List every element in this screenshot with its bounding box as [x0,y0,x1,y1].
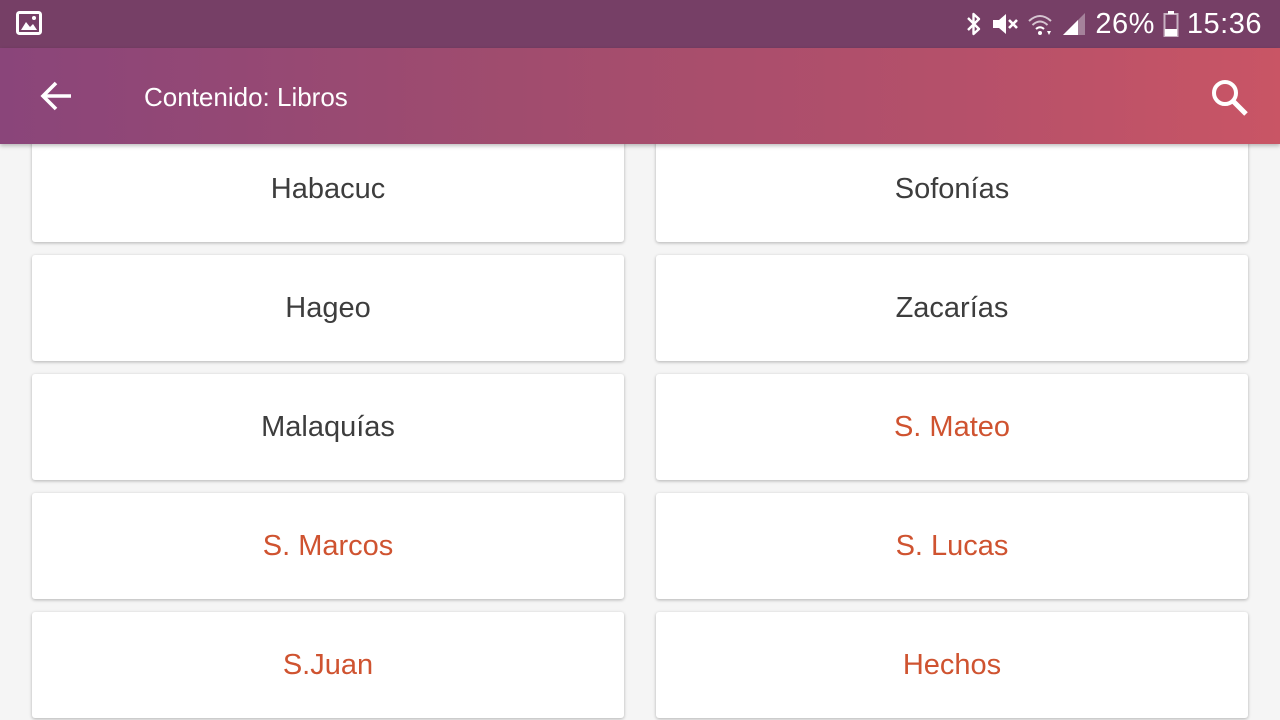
book-card-s-juan[interactable]: S.Juan [32,612,624,718]
signal-icon [1063,13,1086,35]
status-icons: 26% 15:36 [965,0,1262,48]
book-card-habacuc[interactable]: Habacuc [32,144,624,242]
search-button[interactable] [1202,70,1258,126]
status-bar: 26% 15:36 [0,0,1280,48]
book-grid: Habacuc Sofonías Hageo Zacarías Malaquía… [0,144,1280,720]
book-card-s-mateo[interactable]: S. Mateo [656,374,1248,480]
battery-percent: 26% [1095,7,1155,40]
book-card-s-lucas[interactable]: S. Lucas [656,493,1248,599]
arrow-back-icon [40,81,71,111]
battery-icon [1163,11,1179,37]
app-bar: Contenido: Libros [0,48,1280,144]
book-card-hechos[interactable]: Hechos [656,612,1248,718]
clock: 15:36 [1186,7,1262,40]
book-card-malaquias[interactable]: Malaquías [32,374,624,480]
book-card-zacarias[interactable]: Zacarías [656,255,1248,361]
mute-icon [993,14,1019,34]
back-button[interactable] [28,68,84,124]
book-card-sofonias[interactable]: Sofonías [656,144,1248,242]
book-card-hageo[interactable]: Hageo [32,255,624,361]
search-icon [1212,80,1248,116]
book-card-s-marcos[interactable]: S. Marcos [32,493,624,599]
bluetooth-icon [967,12,981,36]
wifi-icon [1028,15,1053,35]
gallery-icon [16,11,42,35]
page-title: Contenido: Libros [144,82,348,112]
